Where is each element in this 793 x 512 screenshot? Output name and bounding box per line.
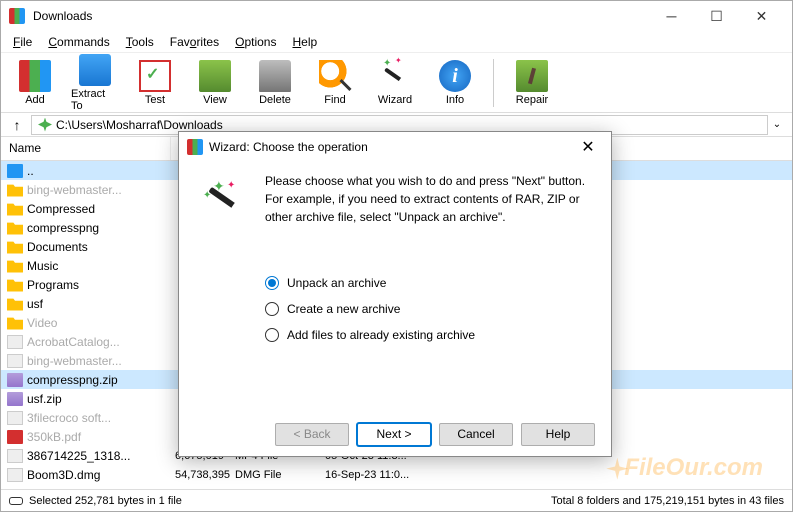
radio-icon <box>265 302 279 316</box>
file-name: bing-webmaster... <box>27 183 175 197</box>
up-button[interactable]: ↑ <box>7 115 27 135</box>
zip-icon <box>7 392 23 406</box>
back-button[interactable]: < Back <box>275 423 349 446</box>
file-icon <box>7 335 23 349</box>
add-button[interactable]: Add <box>9 58 61 108</box>
window-title: Downloads <box>33 9 649 23</box>
file-icon <box>7 449 23 463</box>
radio-icon <box>265 276 279 290</box>
radio-create[interactable]: Create a new archive <box>265 302 591 316</box>
file-name: usf.zip <box>27 392 175 406</box>
file-date: 16-Sep-23 11:0... <box>295 469 409 481</box>
menu-favorites[interactable]: Favorites <box>164 33 225 51</box>
file-size: 54,738,395 <box>175 469 225 481</box>
file-name: Programs <box>27 278 175 292</box>
folder-icon <box>7 297 23 311</box>
folder-icon <box>7 221 23 235</box>
file-name: bing-webmaster... <box>27 354 175 368</box>
test-icon: ✓ <box>139 60 171 92</box>
app-icon <box>9 8 25 24</box>
file-name: AcrobatCatalog... <box>27 335 175 349</box>
folder-icon <box>7 259 23 273</box>
menu-help[interactable]: Help <box>286 33 323 51</box>
info-icon: i <box>439 60 471 92</box>
folder-icon <box>7 316 23 330</box>
folder-icon <box>7 278 23 292</box>
repair-button[interactable]: Repair <box>506 58 558 108</box>
menu-options[interactable]: Options <box>229 33 282 51</box>
disk-icon <box>9 497 23 505</box>
path-dropdown[interactable]: ⌄ <box>768 119 786 130</box>
radio-add[interactable]: Add files to already existing archive <box>265 328 591 342</box>
file-type: DMG File <box>225 469 295 481</box>
file-name: usf <box>27 297 175 311</box>
file-name: Boom3D.dmg <box>27 468 175 482</box>
file-name: 350kB.pdf <box>27 430 175 444</box>
menu-commands[interactable]: Commands <box>42 33 115 51</box>
radio-unpack[interactable]: Unpack an archive <box>265 276 591 290</box>
wizard-button[interactable]: ✦✦Wizard <box>369 58 421 108</box>
file-name: Documents <box>27 240 175 254</box>
dialog-titlebar: Wizard: Choose the operation ✕ <box>179 132 611 162</box>
add-icon <box>19 60 51 92</box>
next-button[interactable]: Next > <box>357 423 431 446</box>
delete-icon <box>259 60 291 92</box>
pdf-icon <box>7 430 23 444</box>
status-total: Total 8 folders and 175,219,151 bytes in… <box>551 495 784 507</box>
menu-file[interactable]: File <box>7 33 38 51</box>
column-name[interactable]: Name <box>1 137 171 160</box>
file-name: 386714225_1318... <box>27 449 175 463</box>
wizard-dialog: Wizard: Choose the operation ✕ ✦✦✦ Pleas… <box>178 131 612 457</box>
folder-icon <box>7 240 23 254</box>
dialog-app-icon <box>187 139 203 155</box>
repair-icon <box>516 60 548 92</box>
test-button[interactable]: ✓Test <box>129 58 181 108</box>
help-button[interactable]: Help <box>521 423 595 446</box>
file-name: Music <box>27 259 175 273</box>
file-icon <box>7 354 23 368</box>
find-icon <box>319 60 351 92</box>
extract-icon <box>79 54 111 86</box>
delete-button[interactable]: Delete <box>249 58 301 108</box>
dialog-footer: < Back Next > Cancel Help <box>179 412 611 456</box>
titlebar: Downloads ─ ☐ ✕ <box>1 1 792 31</box>
file-name: .. <box>27 164 175 178</box>
file-icon <box>7 411 23 425</box>
dialog-title: Wizard: Choose the operation <box>209 140 573 154</box>
statusbar: Selected 252,781 bytes in 1 file Total 8… <box>1 489 792 511</box>
view-button[interactable]: View <box>189 58 241 108</box>
folder-icon <box>7 202 23 216</box>
menubar: File Commands Tools Favorites Options He… <box>1 31 792 53</box>
view-icon <box>199 60 231 92</box>
close-button[interactable]: ✕ <box>739 2 784 30</box>
menu-tools[interactable]: Tools <box>120 33 160 51</box>
toolbar-separator <box>493 59 494 107</box>
table-row[interactable]: Boom3D.dmg54,738,395DMG File16-Sep-23 11… <box>1 465 792 484</box>
file-icon <box>7 468 23 482</box>
folder-icon <box>7 183 23 197</box>
file-name: Video <box>27 316 175 330</box>
minimize-button[interactable]: ─ <box>649 2 694 30</box>
zip-icon <box>7 373 23 387</box>
file-name: compresspng.zip <box>27 373 175 387</box>
status-selected: Selected 252,781 bytes in 1 file <box>29 495 551 507</box>
radio-icon <box>265 328 279 342</box>
file-name: compresspng <box>27 221 175 235</box>
info-button[interactable]: iInfo <box>429 58 481 108</box>
file-name: Compressed <box>27 202 175 216</box>
maximize-button[interactable]: ☐ <box>694 2 739 30</box>
file-name: 3filecroco soft... <box>27 411 175 425</box>
wizard-wand-icon: ✦✦✦ <box>199 178 247 226</box>
cancel-button[interactable]: Cancel <box>439 423 513 446</box>
find-button[interactable]: Find <box>309 58 361 108</box>
extract-button[interactable]: Extract To <box>69 52 121 114</box>
wizard-icon: ✦✦ <box>379 60 411 92</box>
blue-icon <box>7 164 23 178</box>
dialog-close-button[interactable]: ✕ <box>573 134 603 160</box>
toolbar: Add Extract To ✓Test View Delete Find ✦✦… <box>1 53 792 113</box>
dialog-description: Please choose what you wish to do and pr… <box>265 172 591 226</box>
